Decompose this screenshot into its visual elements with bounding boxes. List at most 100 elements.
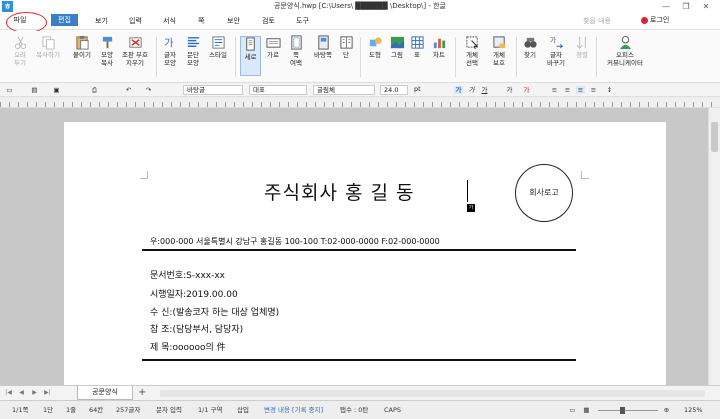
font-size-input[interactable]: 24.0 xyxy=(380,85,408,95)
doc-company-title[interactable]: 주식회사 홍 길 동 xyxy=(264,178,414,205)
cut-button[interactable]: 오려 두기 xyxy=(10,35,30,67)
copy-button[interactable]: 복사하기 xyxy=(35,35,61,59)
login-button[interactable]: 로그인 xyxy=(641,15,669,25)
sort-button[interactable]: 정렬 xyxy=(573,35,591,59)
zoom-slider-knob[interactable] xyxy=(620,407,625,414)
menu-security[interactable]: 보안 xyxy=(227,16,240,26)
doc-address[interactable]: 우:000-000 서울특별시 강남구 홍길동 100-100 T:02-000… xyxy=(150,236,440,247)
window-controls: — ❐ ✕ xyxy=(656,0,716,13)
page-margin-button[interactable]: 쪽 여백 xyxy=(285,35,307,67)
font-lang-select[interactable]: 대표 xyxy=(249,85,307,95)
ruler[interactable] xyxy=(0,97,720,108)
format-toolbar: ▭ ▤ ▣ ⎙ ↶ ↷ 바탕글 대표 굴림체 24.0 pt 가 가 가 가 가… xyxy=(0,83,720,97)
menu-format[interactable]: 서식 xyxy=(163,16,176,26)
ribbon-separator xyxy=(596,37,597,77)
style-button[interactable]: 스타일 xyxy=(206,35,230,59)
status-line: 1줄 xyxy=(66,406,77,414)
table-button[interactable]: 표 xyxy=(409,35,425,59)
table-icon xyxy=(410,36,424,49)
status-page[interactable]: 1/1쪽 xyxy=(12,406,28,415)
clear-codes-button[interactable]: 조판 부호 지우기 xyxy=(118,35,152,67)
status-insert[interactable]: 삽입 xyxy=(237,406,249,415)
align-justify-icon[interactable]: ≡ xyxy=(576,86,585,94)
zoom-level[interactable]: 125% xyxy=(684,406,703,415)
company-logo-placeholder[interactable]: 회사로고 xyxy=(515,164,573,222)
save-icon[interactable]: ▣ xyxy=(52,86,61,94)
doc-field-number[interactable]: 문서번호:S-xxx-xx xyxy=(150,268,225,281)
paste-button[interactable]: 붙이기 xyxy=(70,35,94,59)
print-icon[interactable]: ⎙ xyxy=(90,86,99,94)
doc-field-reference[interactable]: 참 조:(담당부서, 담당자) xyxy=(150,322,243,335)
menu-review[interactable]: 검토 xyxy=(262,16,275,26)
char-shape-icon: 가 xyxy=(163,37,173,49)
underline-icon[interactable]: 가 xyxy=(480,86,489,94)
redo-icon[interactable]: ↷ xyxy=(144,86,153,94)
menu-page[interactable]: 쪽 xyxy=(198,16,204,26)
landscape-button[interactable]: 가로 xyxy=(263,35,283,59)
menu-edit[interactable]: 편집 xyxy=(51,14,78,26)
menu-bar: 파일 편집 보기 입력 서식 쪽 보안 검토 도구 찾을 내용 로그인 xyxy=(0,13,720,30)
chart-button[interactable]: 차트 xyxy=(429,35,449,59)
columns-icon xyxy=(339,36,353,49)
divider-line xyxy=(142,249,576,251)
protect-object-button[interactable]: 개체 보호 xyxy=(487,35,511,67)
bold-icon[interactable]: 가 xyxy=(454,86,463,94)
undo-icon[interactable]: ↶ xyxy=(124,86,133,94)
menu-view[interactable]: 보기 xyxy=(95,16,108,26)
zoom-slider[interactable] xyxy=(598,410,658,411)
ribbon-separator xyxy=(516,37,517,77)
select-object-button[interactable]: 개체 선택 xyxy=(460,35,484,67)
style-select[interactable]: 바탕글 xyxy=(183,85,243,95)
prev-tab-icon[interactable]: ◀ xyxy=(16,388,27,398)
doc-field-date[interactable]: 시행일자:2019.00.00 xyxy=(150,287,238,300)
view-web-icon[interactable]: ▦ xyxy=(582,406,591,414)
master-page-button[interactable]: 바탕쪽 xyxy=(310,35,336,59)
zoom-in-icon[interactable]: ⊕ xyxy=(662,406,671,414)
ribbon-separator xyxy=(156,37,157,77)
align-right-icon[interactable]: ≡ xyxy=(589,86,598,94)
para-shape-button[interactable]: 문단 모양 xyxy=(183,35,203,67)
shape-button[interactable]: 도형 xyxy=(365,35,385,59)
close-button[interactable]: ✕ xyxy=(696,0,716,13)
landscape-icon xyxy=(265,38,281,48)
tab-navigation: |◀ ◀ ▶ ▶| xyxy=(3,388,53,398)
replace-button[interactable]: 가 글자 바꾸기 xyxy=(543,35,569,68)
view-normal-icon[interactable]: ▭ xyxy=(568,406,577,414)
scroll-thumb[interactable] xyxy=(711,122,718,152)
communicator-icon xyxy=(619,35,631,50)
font-select[interactable]: 굴림체 xyxy=(313,85,375,95)
menu-tools[interactable]: 도구 xyxy=(296,16,309,26)
vertical-scrollbar[interactable] xyxy=(708,108,720,385)
align-center-icon[interactable]: ≡ xyxy=(563,86,572,94)
strikethrough-icon[interactable]: 가 xyxy=(505,86,514,94)
next-tab-icon[interactable]: ▶ xyxy=(29,388,40,398)
line-spacing-icon[interactable]: ↕ xyxy=(605,86,614,94)
minimize-button[interactable]: — xyxy=(656,0,676,13)
search-input[interactable]: 찾을 내용 xyxy=(583,16,611,26)
first-tab-icon[interactable]: |◀ xyxy=(3,388,14,398)
columns-button[interactable]: 단 xyxy=(338,35,354,59)
find-button[interactable]: 찾기 xyxy=(520,35,540,59)
maximize-button[interactable]: ❐ xyxy=(676,0,696,13)
open-icon[interactable]: ▤ xyxy=(30,86,39,94)
office-communicator-button[interactable]: 오피스 커뮤니케이터 xyxy=(603,35,647,67)
format-copy-button[interactable]: 모양 복사 xyxy=(97,35,117,67)
italic-icon[interactable]: 가 xyxy=(467,86,476,94)
char-shape-button[interactable]: 가 글자 모양 xyxy=(160,35,180,67)
new-doc-icon[interactable]: ▭ xyxy=(5,86,14,94)
picture-button[interactable]: 그림 xyxy=(387,35,407,59)
add-tab-button[interactable]: + xyxy=(138,387,146,399)
doc-field-recipient[interactable]: 수 신:(발송코자 하는 대상 업체명) xyxy=(150,305,279,318)
menu-input[interactable]: 입력 xyxy=(129,16,142,26)
status-track-changes[interactable]: 변경 내용 [기록 중지] xyxy=(264,406,323,415)
font-color-icon[interactable]: 가 xyxy=(522,86,531,94)
ribbon-separator xyxy=(455,37,456,77)
align-left-icon[interactable]: ≡ xyxy=(550,86,559,94)
doc-field-subject[interactable]: 제 목:oooooo의 件 xyxy=(150,340,226,353)
last-tab-icon[interactable]: ▶| xyxy=(42,388,53,398)
horizontal-scrollbar[interactable] xyxy=(160,390,705,397)
font-unit[interactable]: pt xyxy=(411,85,429,95)
portrait-button[interactable]: 세로 xyxy=(240,36,261,76)
copy-icon xyxy=(41,36,55,50)
tab-document[interactable]: 공문양식 xyxy=(77,386,133,400)
